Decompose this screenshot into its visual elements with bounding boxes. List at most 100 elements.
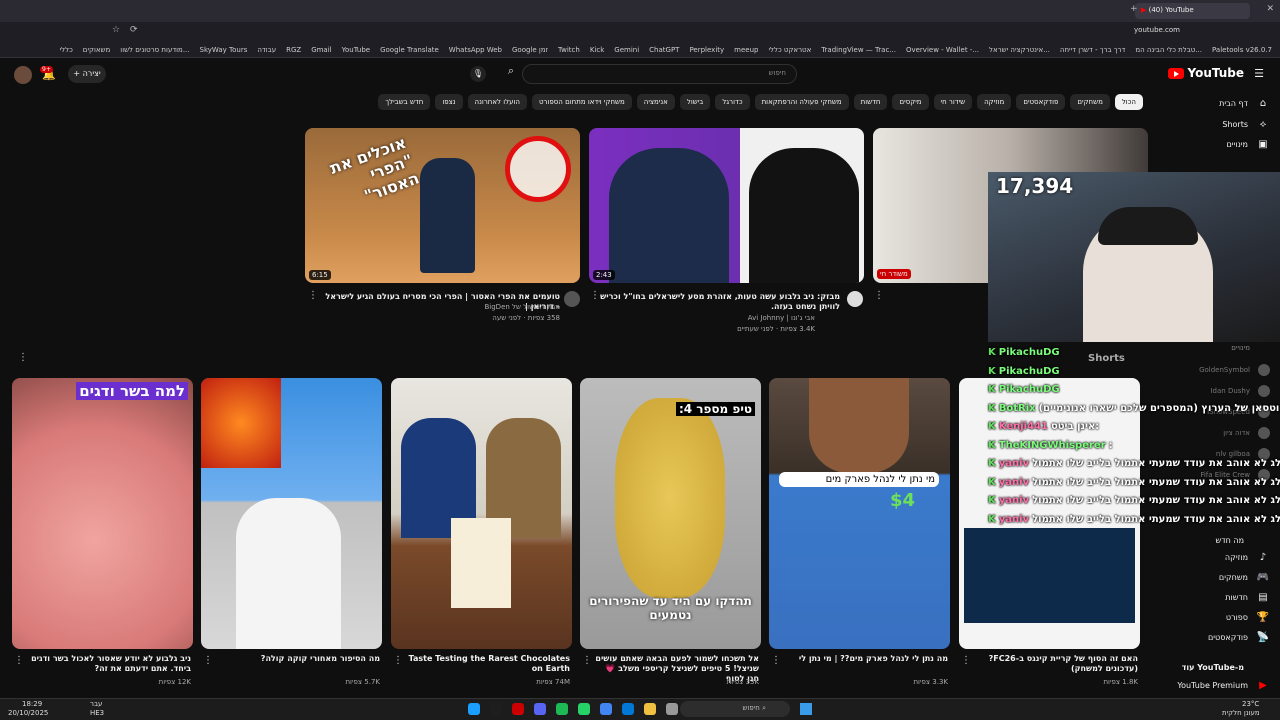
bookmark-item[interactable]: עבודה	[257, 46, 276, 54]
bookmark-item[interactable]: Twitch	[558, 46, 580, 54]
short-thumbnail[interactable]: מי נתן לי לנהל פארק מים $4	[769, 378, 950, 649]
bookmark-item[interactable]: Kick	[590, 46, 604, 54]
chip-4[interactable]: שידור חי	[933, 94, 973, 110]
chip-7[interactable]: משחקי פעולה והרפתקאות	[754, 94, 849, 110]
bookmark-item[interactable]: Google זמן	[512, 46, 548, 54]
more-options-icon[interactable]: ⋮	[203, 655, 213, 666]
more-options-icon[interactable]: ⋮	[308, 290, 318, 301]
bookmark-item[interactable]: SkyWay Tours	[200, 46, 248, 54]
taskbar-app-icon[interactable]	[644, 703, 656, 715]
sidebar-subscription-item[interactable]: אדוה ציון	[1150, 427, 1270, 439]
url-field[interactable]: youtube.com	[1134, 26, 1180, 34]
chip-10[interactable]: אנימציה	[636, 94, 675, 110]
sidebar-item-subscriptions[interactable]: ▣ מינויים	[1150, 139, 1270, 150]
sidebar-item-explore[interactable]: 🏆 ספורט	[1150, 612, 1270, 623]
create-button[interactable]: + יצירה	[68, 65, 106, 83]
taskbar-app-icon[interactable]	[490, 703, 502, 715]
sidebar-item-explore[interactable]: ▤ חדשות	[1150, 592, 1270, 603]
video-title[interactable]: מבזק: ניב גלבוע עשה טעות, אזהרת מסע לישר…	[600, 292, 840, 312]
taskbar-search[interactable]: חיפוש ⌕	[680, 701, 790, 717]
short-thumbnail[interactable]	[391, 378, 572, 649]
voice-search-button[interactable]: 🎙	[470, 66, 486, 82]
bookmark-item[interactable]: Paletools v26.0.7	[1212, 46, 1272, 54]
bookmark-item[interactable]: אטראקט כללי	[768, 46, 811, 54]
taskbar-app-icon[interactable]	[468, 703, 480, 715]
chip-0[interactable]: הכול	[1114, 94, 1143, 110]
taskbar-app-icon[interactable]	[622, 703, 634, 715]
short-title[interactable]: האם זה הסוף של קריית קינגס ב-FC26? (עדכו…	[973, 654, 1138, 674]
search-input[interactable]: חיפוש	[522, 64, 797, 84]
bookmark-item[interactable]: דרך ברך - דשרן דייחה	[1060, 46, 1125, 54]
video-channel[interactable]: מגזין הבישול של BigDen	[320, 303, 560, 311]
chip-12[interactable]: הועלו לאחרונה	[467, 94, 527, 110]
browser-tab[interactable]: ▶ (40) YouTube	[1135, 3, 1250, 19]
youtube-logo[interactable]: YouTube	[1168, 66, 1244, 80]
taskbar-app-icon[interactable]	[556, 703, 568, 715]
bookmark-item[interactable]: WhatsApp Web	[449, 46, 502, 54]
sidebar-item-explore[interactable]: 📡 פודקאסטים	[1150, 632, 1270, 643]
bookmark-item[interactable]: TradingView — Trac...	[821, 46, 896, 54]
more-options-icon[interactable]: ⋮	[393, 655, 403, 666]
chip-14[interactable]: חדש בשבילך	[378, 94, 431, 110]
menu-icon[interactable]: ☰	[1254, 67, 1264, 80]
short-title[interactable]: מה נתן לי לנהל פארק מים?? | מי נתן לי	[783, 654, 948, 664]
bookmark-star-icon[interactable]: ☆	[112, 25, 120, 35]
short-title[interactable]: מה הסיפור מאחורי קוקה קולה?	[215, 654, 380, 664]
short-thumbnail[interactable]: טיפ מספר 4: תהדקו עם היד עד שהפירורים נט…	[580, 378, 761, 649]
taskbar-app-icon[interactable]	[512, 703, 524, 715]
bookmark-item[interactable]: טבלת כלי הבינה המ...	[1135, 46, 1202, 54]
bookmark-item[interactable]: מודעות סרטונים לשוו...	[120, 46, 189, 54]
sidebar-subscription-item[interactable]: GoldenSymbol	[1150, 364, 1270, 376]
bookmark-item[interactable]: משאוקים	[83, 46, 110, 54]
short-title[interactable]: ניב גלבוע לא יודע שאסור לאכול בשר ודגים …	[26, 654, 191, 674]
taskbar-app-icon[interactable]	[600, 703, 612, 715]
bookmark-item[interactable]: RGZ	[286, 46, 301, 54]
new-tab-icon[interactable]: +	[1130, 4, 1138, 14]
language-indicator[interactable]: עבר	[90, 700, 102, 708]
more-options-icon[interactable]: ⋮	[874, 290, 884, 301]
bookmark-item[interactable]: כללי	[60, 46, 73, 54]
sidebar-subscription-item[interactable]: Idan Dushy	[1150, 385, 1270, 397]
video-thumbnail[interactable]: אוכלים את "הפרי האסור" 6:15	[305, 128, 580, 283]
bookmark-item[interactable]: Google Translate	[380, 46, 439, 54]
more-options-icon[interactable]: ⋮	[590, 290, 600, 301]
bookmark-item[interactable]: Overview - Wallet -...	[906, 46, 979, 54]
chip-3[interactable]: מוזיקה	[977, 94, 1012, 110]
short-thumbnail[interactable]	[201, 378, 382, 649]
bookmark-item[interactable]: ChatGPT	[649, 46, 679, 54]
chip-6[interactable]: חדשות	[853, 94, 888, 110]
sidebar-item-home[interactable]: ⌂ דף הבית	[1150, 98, 1270, 109]
sidebar-item-premium[interactable]: ▶ YouTube Premium	[1150, 680, 1270, 691]
sidebar-item-explore[interactable]: ♪ מוזיקה	[1150, 552, 1270, 563]
bookmark-item[interactable]: Gmail	[311, 46, 331, 54]
account-avatar[interactable]	[14, 66, 32, 84]
taskbar-app-icon[interactable]	[666, 703, 678, 715]
short-thumbnail[interactable]: למה בשר ודגים	[12, 378, 193, 649]
taskbar-app-icon[interactable]	[534, 703, 546, 715]
video-thumbnail[interactable]: 2:43	[589, 128, 864, 283]
more-options-icon[interactable]: ⋮	[582, 655, 592, 666]
channel-avatar[interactable]	[847, 291, 863, 307]
taskbar-app-icon[interactable]	[578, 703, 590, 715]
chip-8[interactable]: כדורגל	[715, 94, 750, 110]
channel-avatar[interactable]	[564, 291, 580, 307]
more-options-icon[interactable]: ⋮	[961, 655, 971, 666]
windows-start-icon[interactable]	[800, 703, 812, 715]
search-button[interactable]: ⌕	[498, 64, 524, 84]
short-title[interactable]: Taste Testing the Rarest Chocolates on E…	[405, 654, 570, 674]
sidebar-item-shorts[interactable]: ⟡ Shorts	[1150, 119, 1270, 130]
more-options-icon[interactable]: ⋮	[14, 655, 24, 666]
bookmark-item[interactable]: Gemini	[614, 46, 639, 54]
close-window-icon[interactable]: ✕	[1266, 4, 1274, 14]
video-channel[interactable]: אבי ג'ונו | Avi Johnny	[600, 314, 815, 322]
chip-13[interactable]: נצפו	[435, 94, 463, 110]
bookmark-item[interactable]: meeup	[734, 46, 758, 54]
bookmark-item[interactable]: Perplexity	[689, 46, 724, 54]
sidebar-item-explore[interactable]: 🎮 משחקים	[1150, 572, 1270, 583]
chip-11[interactable]: משחקי וידאו מתחום הספורט	[532, 94, 632, 110]
chip-9[interactable]: בישול	[679, 94, 711, 110]
more-options-icon[interactable]: ⋮	[18, 352, 28, 363]
bookmark-item[interactable]: אינטרקציה ישראל...	[989, 46, 1050, 54]
more-options-icon[interactable]: ⋮	[771, 655, 781, 666]
reload-icon[interactable]: ⟳	[130, 25, 138, 35]
